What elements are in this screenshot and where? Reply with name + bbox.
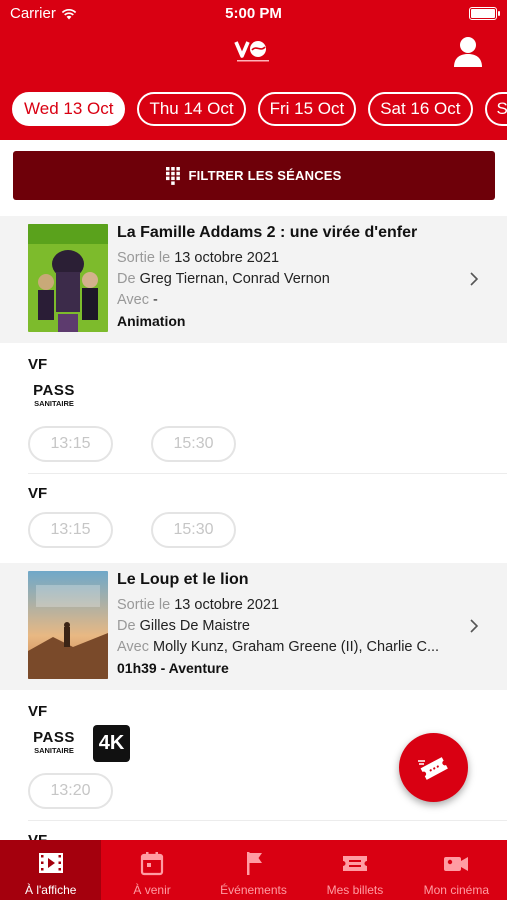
showtime-button[interactable]: 15:30 — [151, 512, 236, 548]
ticket-plane-icon — [417, 756, 448, 780]
movie-card[interactable]: La Famille Addams 2 : une virée d'enfer … — [0, 216, 507, 343]
tab-label: Mon cinéma — [423, 883, 490, 897]
tab-upcoming[interactable]: À venir — [101, 840, 202, 900]
day-selector: Wed 13 Oct Thu 14 Oct Fri 15 Oct Sat 16 Oct… — [12, 92, 507, 128]
divider — [28, 473, 507, 474]
movie-genre: Animation — [117, 313, 186, 329]
flag-icon — [246, 852, 262, 875]
movie-poster — [28, 224, 108, 332]
movie-director: De Gilles De Maistre — [117, 618, 250, 634]
movie-poster — [28, 571, 108, 679]
filter-label: FILTRER LES SÉANCES — [188, 168, 342, 183]
tab-bar: À l'affiche À venir Événements Mes bille… — [0, 840, 507, 900]
movie-card[interactable]: Le Loup et le lion Sortie le 13 octobre … — [0, 563, 507, 690]
ticket-icon — [342, 856, 367, 871]
day-chip[interactable]: Fri 15 Oct — [257, 92, 357, 126]
status-bar: Carrier 5:00 PM — [0, 0, 507, 28]
quick-booking-button[interactable] — [399, 733, 468, 802]
tab-label: Mes billets — [326, 883, 384, 897]
4k-badge: 4K — [93, 725, 130, 762]
app-header: Carrier 5:00 PM Wed 13 Oct Thu 14 Oct Fri … — [0, 0, 507, 140]
day-chip[interactable]: Wed 13 Oct — [12, 92, 126, 126]
showtime-button[interactable]: 13:15 — [28, 512, 113, 548]
day-chip[interactable]: Thu 14 Oct — [137, 92, 246, 126]
divider — [28, 820, 507, 821]
day-chip[interactable]: Sat 16 Oct — [368, 92, 473, 126]
tab-my-cinema[interactable]: Mon cinéma — [406, 840, 507, 900]
movie-title: La Famille Addams 2 : une virée d'enfer — [117, 224, 418, 241]
camera-icon — [444, 857, 469, 871]
pass-sanitaire-badge: PASS SANITAIRE — [33, 729, 75, 755]
tab-now-showing[interactable]: À l'affiche — [0, 840, 102, 900]
version-label: VF — [28, 356, 48, 373]
filter-sessions-button[interactable]: FILTRER LES SÉANCES — [13, 151, 495, 200]
vo-logo — [234, 41, 269, 62]
movie-cast: Avec - — [117, 292, 158, 308]
film-icon — [38, 853, 63, 873]
tab-label: À l'affiche — [24, 883, 77, 897]
movie-genre: 01h39 - Aventure — [117, 660, 229, 676]
movie-release: Sortie le 13 octobre 2021 — [117, 597, 280, 613]
showtime-button[interactable]: 13:20 — [28, 773, 113, 809]
movie-release: Sortie le 13 octobre 2021 — [117, 250, 280, 266]
movie-info: Le Loup et le lion Sortie le 13 octobre … — [117, 571, 467, 679]
movie-info: La Famille Addams 2 : une virée d'enfer … — [117, 224, 467, 332]
showtime-button[interactable]: 13:15 — [28, 426, 113, 462]
chevron-right-icon — [470, 619, 479, 633]
movie-director: De Greg Tiernan, Conrad Vernon — [117, 271, 330, 287]
clock: 5:00 PM — [225, 5, 282, 22]
tab-label: À venir — [133, 883, 171, 897]
tab-events[interactable]: Événements — [203, 840, 304, 900]
tab-label: Événements — [220, 883, 287, 897]
version-label: VF — [28, 703, 48, 720]
battery-icon — [469, 7, 500, 20]
pass-sanitaire-badge: PASS SANITAIRE — [33, 382, 75, 408]
movie-cast: Avec Molly Kunz, Graham Greene (II), Cha… — [117, 639, 440, 655]
calendar-icon — [141, 852, 164, 876]
grid-icon — [166, 166, 181, 185]
movie-title: Le Loup et le lion — [117, 571, 249, 588]
day-chip[interactable]: Sun — [484, 92, 507, 126]
chevron-right-icon — [470, 272, 479, 286]
tab-my-tickets[interactable]: Mes billets — [304, 840, 405, 900]
version-label: VF — [28, 485, 48, 502]
showtime-button[interactable]: 15:30 — [151, 426, 236, 462]
user-icon[interactable] — [453, 36, 483, 68]
